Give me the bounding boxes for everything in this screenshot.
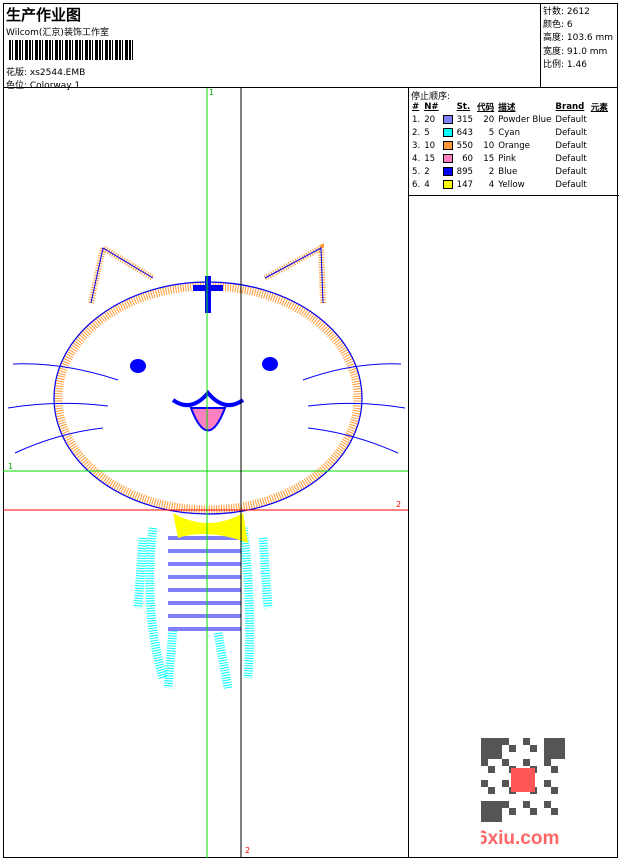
divider <box>409 195 619 196</box>
design-scale: 比例: 1.46 <box>543 59 587 70</box>
col-header: 代码 <box>477 102 495 113</box>
color-description: Pink <box>498 153 517 164</box>
needle-number: 15 <box>424 153 436 164</box>
row-index: 1. <box>412 114 421 125</box>
brand: Default <box>555 153 587 164</box>
color-swatch <box>442 179 453 189</box>
table-row[interactable]: 1. 20 315 20 Powder Blue Default <box>410 113 610 126</box>
design-stats: 针数: 2612 颜色: 6 高度: 103.6 mm 宽度: 91.0 mm … <box>540 3 618 88</box>
table-row[interactable]: 5. 2 895 2 Blue Default <box>410 165 610 178</box>
needle-number: 4 <box>424 179 430 190</box>
brand: Default <box>555 127 587 138</box>
stop-sequence-panel: 停止顺序: # N# St. 代码 描述 Brand 元素 1. 20 315 … <box>408 88 619 858</box>
row-index: 4. <box>412 153 421 164</box>
stitch-count: 550 <box>456 140 474 151</box>
stitch-count: 315 <box>456 114 474 125</box>
needle-number: 2 <box>424 166 430 177</box>
color-swatch <box>442 114 453 124</box>
header: 生产作业图 Wilcom(汇京)装饰工作室 花版: xs2544.EMB 色位:… <box>3 3 618 91</box>
body-stripes <box>168 536 241 631</box>
color-swatch <box>442 153 453 163</box>
color-code: 15 <box>483 153 495 164</box>
guide-label: 1 <box>8 462 14 471</box>
color-swatch <box>442 140 453 150</box>
col-header: # <box>412 101 420 112</box>
guide-label: 1 <box>209 88 215 97</box>
design-file: 花版: xs2544.EMB <box>6 68 86 78</box>
stitch-count: 643 <box>456 127 474 138</box>
design-canvas: 1 1 2 2 <box>3 88 408 858</box>
watermark-text: 6xiu.com <box>481 828 559 848</box>
color-code: 4 <box>488 179 495 190</box>
table-row[interactable]: 2. 5 643 5 Cyan Default <box>410 126 610 139</box>
guide-label: 2 <box>245 846 251 855</box>
col-header: N# <box>424 101 439 112</box>
brand: Default <box>555 166 587 177</box>
color-code: 20 <box>483 114 495 125</box>
left-eye <box>130 359 146 373</box>
design-height: 高度: 103.6 mm <box>543 33 614 44</box>
table-row[interactable]: 6. 4 147 4 Yellow Default <box>410 178 610 191</box>
color-description: Powder Blue <box>498 114 552 125</box>
brand: Default <box>555 179 587 190</box>
table-row[interactable]: 4. 15 60 15 Pink Default <box>410 152 610 165</box>
stitch-count: 895 <box>456 166 474 177</box>
row-index: 5. <box>412 166 421 177</box>
color-description: Orange <box>498 140 530 151</box>
forehead-mark <box>193 276 223 313</box>
design-width: 宽度: 91.0 mm <box>543 46 608 57</box>
needle-number: 10 <box>424 140 436 151</box>
col-header: St. <box>456 101 471 112</box>
col-header: Brand <box>555 101 585 112</box>
stitch-count: 60 <box>462 153 474 164</box>
right-eye <box>262 357 278 371</box>
needle-number: 20 <box>424 114 436 125</box>
color-description: Yellow <box>498 179 525 190</box>
color-code: 2 <box>488 166 495 177</box>
company-name: Wilcom(汇京)装饰工作室 <box>6 28 109 38</box>
color-code: 5 <box>488 127 495 138</box>
row-index: 2. <box>412 127 421 138</box>
head-outline <box>53 281 363 515</box>
barcode <box>9 40 133 60</box>
color-swatch <box>442 127 453 137</box>
guide-label: 2 <box>396 500 402 509</box>
col-header: 描述 <box>498 102 516 113</box>
row-index: 3. <box>412 140 421 151</box>
embroidery-design <box>3 88 408 858</box>
brand: Default <box>555 114 587 125</box>
color-code: 10 <box>483 140 495 151</box>
page-title: 生产作业图 <box>6 6 82 24</box>
color-swatch <box>442 166 453 176</box>
color-description: Cyan <box>498 127 521 138</box>
brand: Default <box>555 140 587 151</box>
tongue <box>189 407 227 432</box>
table-row[interactable]: 3. 10 550 10 Orange Default <box>410 139 610 152</box>
seal-stamp <box>511 768 535 792</box>
stitch-count: 针数: 2612 <box>543 7 590 17</box>
stop-sequence-table: # N# St. 代码 描述 Brand 元素 1. 20 315 20 Pow… <box>410 100 610 191</box>
color-count: 颜色: 6 <box>543 20 573 31</box>
stitch-count: 147 <box>456 179 474 190</box>
col-header: 元素 <box>590 102 609 113</box>
qr-watermark: 6xiu.com <box>481 738 565 848</box>
row-index: 6. <box>412 179 421 190</box>
color-description: Blue <box>498 166 518 177</box>
mouth <box>171 389 245 408</box>
right-ear <box>263 243 326 304</box>
needle-number: 5 <box>424 127 430 138</box>
